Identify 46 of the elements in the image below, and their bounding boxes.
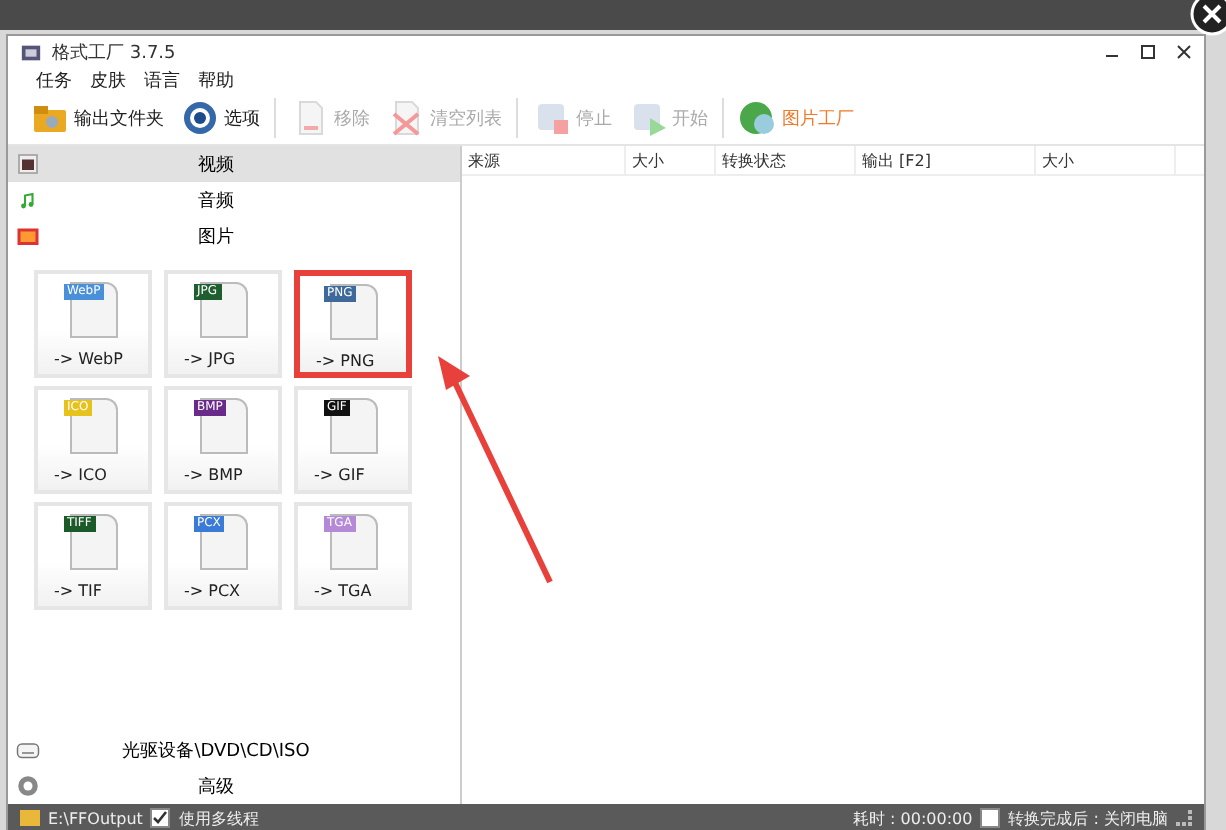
tile-label: -> ICO	[54, 466, 107, 484]
disc-drive-icon	[16, 738, 40, 762]
film-icon	[16, 152, 40, 176]
tile-label: -> PCX	[184, 582, 241, 600]
toolbar-button[interactable]: 输出文件夹	[24, 94, 170, 142]
tile-label: -> PNG	[316, 352, 375, 370]
close-icon[interactable]	[1176, 44, 1192, 60]
category-label: 视频	[196, 153, 236, 177]
category-item[interactable]: 音频	[8, 182, 460, 218]
category-item[interactable]: 视频	[8, 146, 460, 182]
elapsed-time: 耗时 : 00:00:00	[853, 807, 973, 829]
checkbox[interactable]	[150, 808, 171, 828]
maximize-icon[interactable]	[1140, 44, 1156, 60]
tile-label: -> TIF	[54, 582, 102, 600]
category-item[interactable]: 图片	[8, 218, 460, 254]
music-note-icon	[16, 188, 40, 212]
toolbar-button[interactable]: 选项	[174, 94, 266, 142]
tile-label: -> TGA	[314, 582, 372, 600]
menu-item[interactable]: 皮肤	[90, 67, 126, 93]
tile-label: -> WebP	[54, 350, 123, 368]
app-icon	[20, 41, 42, 63]
tile-label: -> BMP	[184, 466, 243, 484]
menu-item[interactable]: 任务	[36, 67, 72, 93]
menu-item[interactable]: 语言	[144, 67, 180, 93]
tile-label: -> GIF	[314, 466, 365, 484]
tile-label: -> JPG	[184, 350, 236, 368]
category-label: 图片	[196, 225, 236, 249]
play-icon	[628, 98, 668, 138]
column-header[interactable]: 大小	[1036, 146, 1176, 174]
checkbox-label: 使用多线程	[178, 807, 259, 829]
category-item[interactable]: 光驱设备\DVD\CD\ISO	[8, 732, 460, 768]
window-title: 格式工厂 3.7.5	[52, 41, 176, 65]
menu-item[interactable]: 帮助	[198, 67, 234, 93]
resize-grip-icon[interactable]	[1176, 810, 1192, 826]
category-label: 音频	[196, 189, 236, 213]
column-header[interactable]: 大小	[626, 146, 716, 174]
category-label: 高级	[196, 775, 236, 799]
column-header[interactable]: 来源	[462, 146, 626, 174]
category-item[interactable]: 高级	[8, 768, 460, 804]
output-folder-path[interactable]: E:\FFOutput	[48, 809, 143, 827]
picture-icon	[16, 224, 40, 248]
checkbox[interactable]	[980, 808, 1001, 828]
checkbox-label: 转换完成后 : 关闭电脑	[1008, 807, 1168, 829]
category-label: 光驱设备\DVD\CD\ISO	[120, 739, 312, 763]
column-header[interactable]: 输出 [F2]	[856, 146, 1036, 174]
column-header[interactable]: 转换状态	[716, 146, 856, 174]
